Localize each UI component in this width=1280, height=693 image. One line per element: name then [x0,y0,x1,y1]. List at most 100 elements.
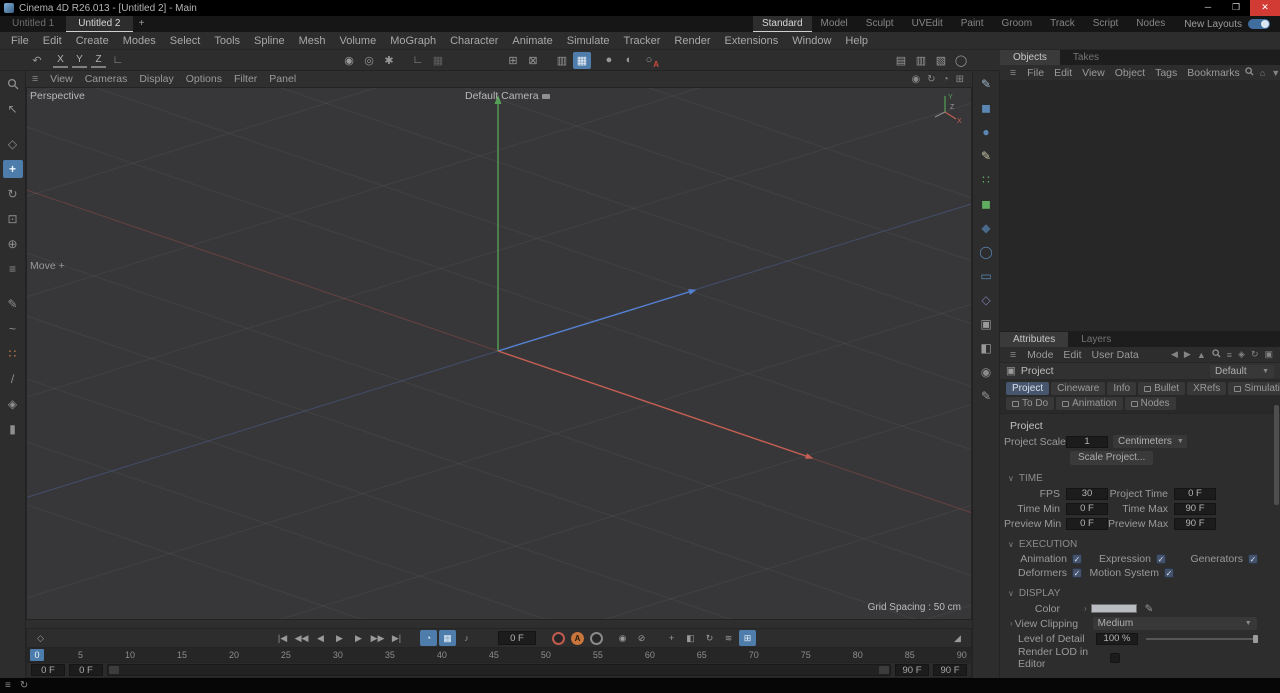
unit-dropdown[interactable]: Centimeters ▼ [1113,435,1187,448]
viewport-menu-icon[interactable]: ≡ [26,73,44,85]
record-position-button[interactable]: ◉ [614,630,631,646]
preset-dropdown[interactable]: Default ▼ [1210,365,1274,378]
vp-menu-panel[interactable]: Panel [263,73,302,85]
objects-menu-icon[interactable]: ≡ [1004,67,1022,79]
menu-render[interactable]: Render [667,35,717,47]
vp-menu-cameras[interactable]: Cameras [79,73,134,85]
fps-field[interactable]: 30 [1066,488,1108,500]
coordinate-system-icon[interactable]: ∟ [109,52,127,69]
scale-tool-icon[interactable]: ⊡ [3,210,23,228]
simulate-scene-icon[interactable]: ● [600,52,618,69]
menu-modes[interactable]: Modes [116,35,163,47]
layout-tab-sculpt[interactable]: Sculpt [857,16,903,32]
key-parameter-icon[interactable]: ≋ [720,630,737,646]
sound-icon[interactable]: ♪ [458,630,475,646]
atab-cineware[interactable]: Cineware [1051,382,1105,395]
time-max-field[interactable]: 90 F [1174,503,1216,515]
set-keyframe-icon[interactable]: ◇ [32,630,49,646]
attributes-menu-icon[interactable]: ≡ [1004,349,1022,361]
timeline-window-icon[interactable]: ◢ [949,630,966,646]
tab-attributes[interactable]: Attributes [1000,332,1068,347]
attributes-panel-icon[interactable]: ▣ [1264,349,1273,360]
menu-mograph[interactable]: MoGraph [383,35,443,47]
spline-tool-icon[interactable]: ~ [3,320,23,338]
atab-animation[interactable]: Animation [1056,397,1122,410]
plane-object-icon[interactable]: ▭ [975,266,997,286]
preview-start-field[interactable]: 0 F [69,664,103,676]
objects-filter-icon[interactable]: ▼ [1271,68,1280,78]
brush-tool-icon[interactable]: ▮ [3,420,23,438]
render-lod-checkbox[interactable] [1110,653,1120,663]
layout-tab-script[interactable]: Script [1084,16,1128,32]
vp-layout-icon[interactable]: ⊞ [956,74,964,85]
atab-xrefs[interactable]: XRefs [1187,382,1226,395]
attributes-lock-icon[interactable]: ◈ [1238,349,1245,360]
vp-menu-display[interactable]: Display [133,73,179,85]
objects-search-icon[interactable] [1245,67,1254,78]
render-view-icon[interactable]: ◉ [340,52,358,69]
history-forward-icon[interactable]: ▶ [1184,349,1191,360]
menu-animate[interactable]: Animate [505,35,559,47]
record-button[interactable] [550,630,567,646]
viewport-canvas[interactable]: Y Z X Perspective Default Camera Move + … [26,87,972,620]
grid-icon[interactable]: ▦ [429,52,447,69]
menu-simulate[interactable]: Simulate [560,35,617,47]
layout-tab-paint[interactable]: Paint [952,16,993,32]
select-arrow-icon[interactable]: ↖ [3,100,23,118]
menu-create[interactable]: Create [69,35,116,47]
lod-slider[interactable] [1146,634,1258,644]
view-clipping-dropdown[interactable]: Medium ▼ [1093,617,1257,630]
attributes-filter-icon[interactable]: ≡ [1227,350,1232,360]
chevron-right-icon[interactable]: › [1084,604,1087,613]
menu-spline[interactable]: Spline [247,35,292,47]
project-scale-field[interactable]: 1 [1066,436,1108,448]
parent-up-icon[interactable]: ▲ [1197,350,1206,360]
atab-info[interactable]: Info [1107,382,1136,395]
playhead-marker[interactable]: 0 [30,649,44,661]
workplane-lock-icon[interactable]: ⊠ [524,52,542,69]
view-panel-1-icon[interactable]: ▤ [892,52,910,69]
menu-help[interactable]: Help [838,35,875,47]
material-icon[interactable]: ◉ [975,362,997,382]
ruler-icon[interactable]: ∟ [409,52,427,69]
next-frame-button[interactable]: ▶ [350,630,367,646]
menu-select[interactable]: Select [163,35,208,47]
magnet-tool-icon[interactable]: ◈ [3,395,23,413]
objects-menu-file[interactable]: File [1022,67,1049,79]
axis-lock-x-button[interactable]: X [53,53,68,68]
lod-field[interactable]: 100 % [1096,633,1138,645]
chevron-right-icon[interactable]: › [1010,619,1013,628]
object-tree[interactable] [1000,81,1280,330]
simulate-auto-icon[interactable]: ○A [640,52,658,69]
objects-menu-object[interactable]: Object [1110,67,1150,79]
objects-menu-tags[interactable]: Tags [1150,67,1182,79]
doc-tab-untitled-1[interactable]: Untitled 1 [0,16,66,32]
view-panel-2-icon[interactable]: ▥ [912,52,930,69]
atab-bullet[interactable]: Bullet [1138,382,1185,395]
vp-menu-filter[interactable]: Filter [228,73,263,85]
preview-range-slider[interactable] [107,664,891,676]
workplane-mode-icon[interactable]: ≡ [3,260,23,278]
layout-tab-groom[interactable]: Groom [993,16,1042,32]
layout-tab-standard[interactable]: Standard [753,16,812,32]
expression-checkbox[interactable]: ✓ [1156,554,1166,564]
animation-checkbox[interactable]: ✓ [1072,554,1082,564]
pen-tool-icon[interactable]: ✎ [3,295,23,313]
color-swatch[interactable] [1091,604,1137,613]
history-back-icon[interactable]: ◀ [1171,349,1178,360]
range-start-field[interactable]: 0 F [31,664,65,676]
menu-edit[interactable]: Edit [36,35,69,47]
knife-tool-icon[interactable]: / [3,370,23,388]
keyframe-bar-icon[interactable]: ▦ [439,630,456,646]
range-end-field[interactable]: 90 F [933,664,967,676]
attributes-menu-userdata[interactable]: User Data [1087,349,1144,361]
atab-todo[interactable]: To Do [1006,397,1054,410]
render-settings-icon[interactable]: ✱ [380,52,398,69]
new-document-button[interactable]: + [133,16,151,32]
next-key-button[interactable]: ▶▶ [369,630,386,646]
prev-frame-button[interactable]: ◀ [312,630,329,646]
vp-camera-toggle-icon[interactable]: ◉ [911,74,920,85]
spline-pen-icon[interactable]: ✎ [975,146,997,166]
view-panel-4-icon[interactable]: ▧ [932,52,950,69]
vp-menu-view[interactable]: View [44,73,79,85]
